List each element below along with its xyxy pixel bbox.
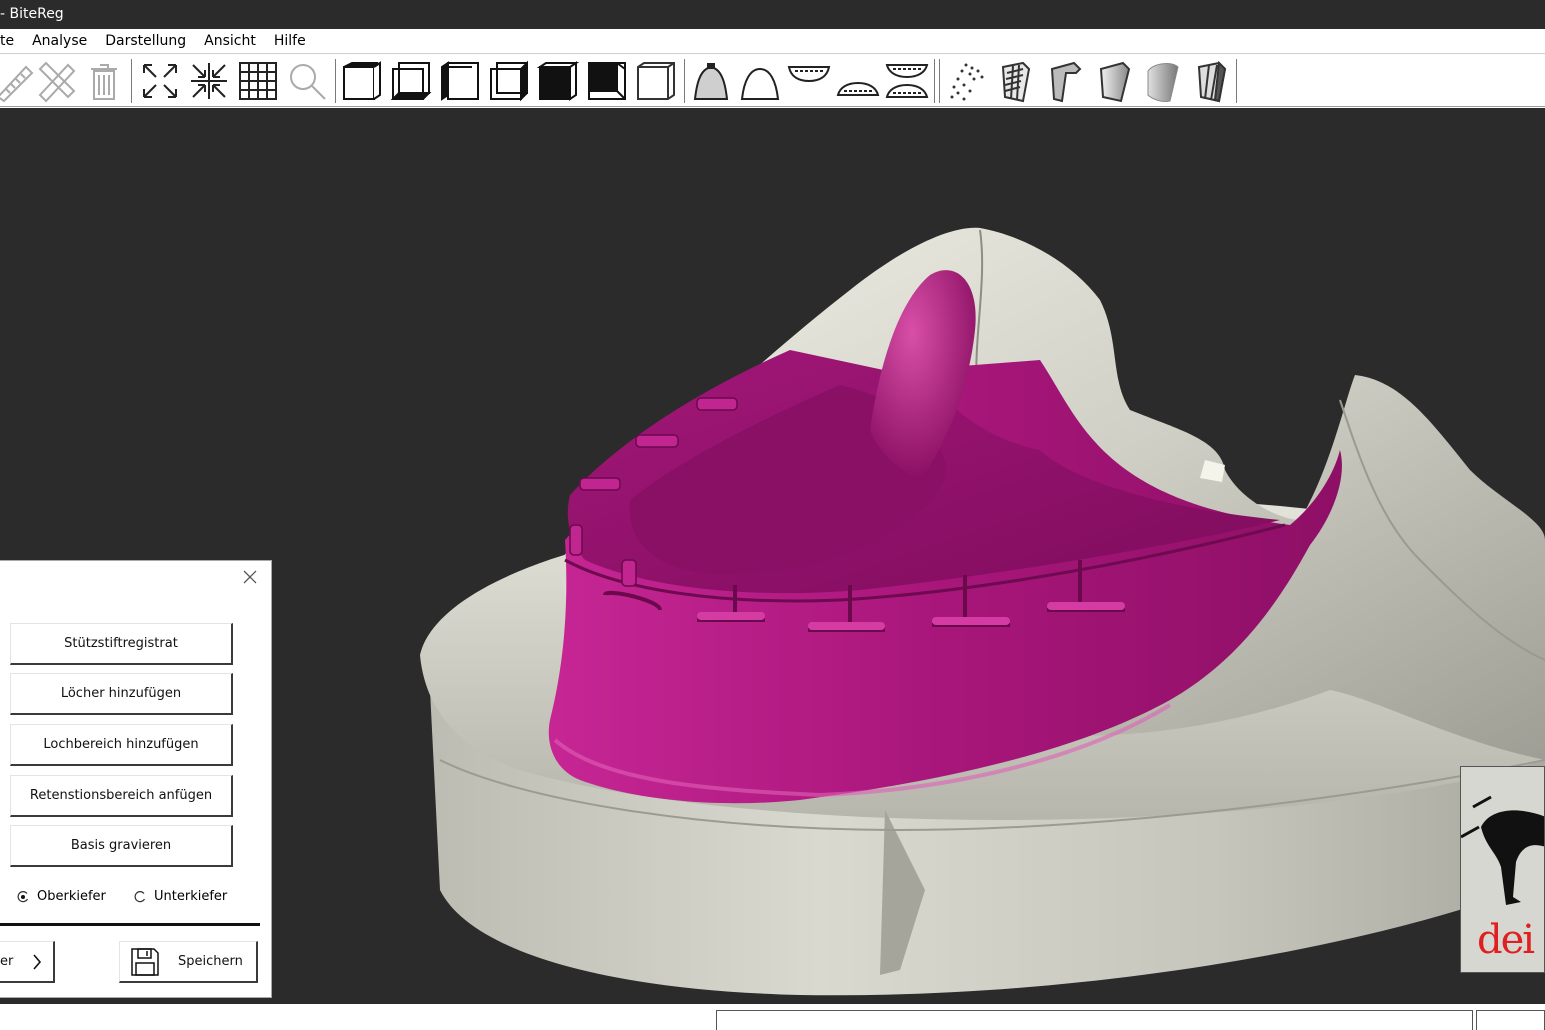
ruler-icon[interactable] <box>0 59 36 103</box>
add-retention-area-button[interactable]: Retenstionsbereich anfügen <box>10 775 233 817</box>
save-button[interactable]: Speichern <box>119 941 258 983</box>
toolbar <box>0 55 1545 107</box>
view-cube-top-icon[interactable] <box>536 59 580 103</box>
close-icon[interactable] <box>242 569 258 585</box>
title-bar: - BiteReg <box>0 0 1545 29</box>
menu-bar: te Analyse Darstellung Ansicht Hilfe <box>0 29 1545 53</box>
menu-item-datei[interactable]: te <box>0 29 23 53</box>
view-cube-back-icon[interactable] <box>389 59 433 103</box>
add-hole-area-button[interactable]: Lochbereich hinzufügen <box>10 724 233 766</box>
toolbar-separator <box>939 59 940 103</box>
menu-item-hilfe[interactable]: Hilfe <box>265 29 315 53</box>
upper-jaw-icon[interactable] <box>787 59 831 103</box>
jaw-shell-icon[interactable] <box>738 59 782 103</box>
engrave-base-button[interactable]: Basis gravieren <box>10 825 233 867</box>
jaw-mesh-icon[interactable] <box>689 59 733 103</box>
grid-icon[interactable] <box>236 59 280 103</box>
window-title: - BiteReg <box>0 6 64 22</box>
chevron-right-icon <box>33 954 42 970</box>
toolbar-separator <box>335 59 336 103</box>
view-cube-iso-icon[interactable] <box>634 59 678 103</box>
model-clip-icon[interactable] <box>1042 59 1086 103</box>
view-cube-bottom-icon[interactable] <box>585 59 629 103</box>
point-cloud-icon[interactable] <box>944 59 988 103</box>
panel-divider <box>0 923 260 926</box>
support-pin-registration-button[interactable]: Stützstiftregistrat <box>10 623 233 665</box>
model-smooth-icon[interactable] <box>1091 59 1135 103</box>
next-button-label: er <box>0 954 14 969</box>
status-bar <box>0 1004 1545 1030</box>
save-button-label: Speichern <box>178 954 243 969</box>
both-jaws-icon[interactable] <box>885 59 929 103</box>
ruler-delete-icon[interactable] <box>34 59 78 103</box>
radio-unselected-icon <box>134 891 146 903</box>
zoom-extents-icon[interactable] <box>138 59 182 103</box>
company-logo: dei e <box>1460 766 1545 973</box>
status-field-right <box>1476 1010 1545 1030</box>
logo-text: dei e <box>1477 917 1544 963</box>
logo-figure-icon <box>1461 795 1544 905</box>
toolbar-separator <box>131 59 132 103</box>
floppy-disk-icon <box>131 948 159 976</box>
view-cube-right-icon[interactable] <box>487 59 531 103</box>
menu-item-ansicht[interactable]: Ansicht <box>195 29 265 53</box>
magnifier-icon[interactable] <box>285 59 329 103</box>
menu-item-analyse[interactable]: Analyse <box>23 29 96 53</box>
tool-panel: Stützstiftregistrat Löcher hinzufügen Lo… <box>0 560 272 998</box>
menu-item-darstellung[interactable]: Darstellung <box>96 29 195 53</box>
zoom-in-center-icon[interactable] <box>187 59 231 103</box>
model-section-icon[interactable] <box>1189 59 1233 103</box>
radio-upper-jaw-label: Oberkiefer <box>37 889 106 904</box>
model-solid-icon[interactable] <box>1140 59 1184 103</box>
add-holes-button[interactable]: Löcher hinzufügen <box>10 673 233 715</box>
view-cube-left-icon[interactable] <box>438 59 482 103</box>
radio-upper-jaw[interactable]: Oberkiefer <box>17 889 106 905</box>
toolbar-separator <box>1236 59 1237 103</box>
radio-lower-jaw-label: Unterkiefer <box>154 889 228 904</box>
menu-divider <box>0 53 1545 54</box>
view-cube-front-icon[interactable] <box>340 59 384 103</box>
toolbar-separator <box>684 59 685 103</box>
lower-jaw-icon[interactable] <box>836 59 880 103</box>
toolbar-separator <box>934 59 935 103</box>
radio-selected-icon <box>17 891 29 903</box>
radio-lower-jaw[interactable]: Unterkiefer <box>134 889 227 905</box>
status-field-main <box>716 1010 1473 1030</box>
model-wireframe-icon[interactable] <box>993 59 1037 103</box>
next-button[interactable]: er <box>0 941 55 983</box>
trash-icon[interactable] <box>82 59 126 103</box>
